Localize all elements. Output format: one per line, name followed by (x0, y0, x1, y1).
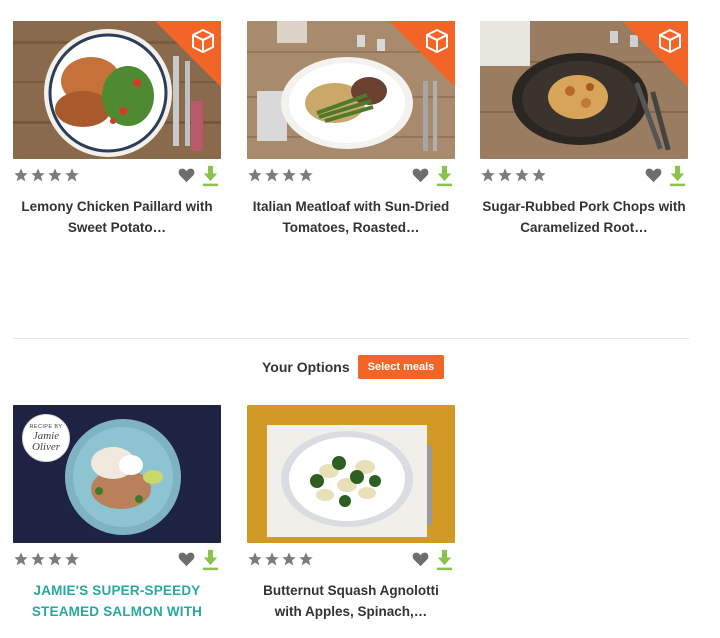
badge-name: Jamie (32, 430, 60, 442)
recipe-title[interactable]: Sugar-Rubbed Pork Chops with Caramelized… (480, 196, 688, 238)
download-icon[interactable] (436, 549, 453, 571)
recipe-title-line: STEAMED SALMON WITH (31, 604, 203, 619)
box-icon (389, 21, 455, 87)
recipe-title-line: Caramelized Root… (520, 220, 648, 235)
star-icon (282, 552, 296, 566)
star-icon (481, 168, 495, 182)
star-icon (299, 168, 313, 182)
download-icon[interactable] (202, 549, 219, 571)
star-rating (13, 167, 80, 185)
download-icon[interactable] (436, 165, 453, 187)
recipe-title[interactable]: JAMIE'S SUPER-SPEEDY STEAMED SALMON WITH (13, 580, 221, 622)
star-rating (480, 167, 547, 185)
select-meals-button[interactable]: Select meals (357, 355, 445, 379)
recipe-by-jamie-oliver-badge: RECIPE BY Jamie Oliver (22, 414, 70, 462)
recipe-title-line: with Apples, Spinach,… (274, 604, 428, 619)
star-rating (13, 551, 80, 569)
heart-icon[interactable] (178, 551, 195, 567)
recipe-photo[interactable] (247, 21, 455, 159)
star-icon (248, 168, 262, 182)
recipe-title[interactable]: Italian Meatloaf with Sun-Dried Tomatoes… (247, 196, 455, 238)
recipe-title-line: Lemony Chicken Paillard with (21, 199, 213, 214)
rating-row (247, 549, 455, 573)
star-icon (515, 168, 529, 182)
star-icon (65, 168, 79, 182)
star-icon (265, 552, 279, 566)
box-icon (622, 21, 688, 87)
recipe-title-line: Sweet Potato… (67, 220, 167, 235)
star-icon (14, 168, 28, 182)
recipe-title-line: Butternut Squash Agnolotti (263, 583, 439, 598)
recipe-photo[interactable]: RECIPE BY Jamie Oliver (13, 405, 221, 543)
recipe-photo[interactable] (13, 21, 221, 159)
star-rating (247, 167, 314, 185)
star-icon (498, 168, 512, 182)
section-divider (13, 338, 689, 339)
recipe-title-line: Tomatoes, Roasted… (282, 220, 420, 235)
star-icon (65, 552, 79, 566)
heart-icon[interactable] (178, 167, 195, 183)
star-icon (48, 552, 62, 566)
your-options-label: Your Options (262, 359, 350, 375)
recipe-title[interactable]: Butternut Squash Agnolotti with Apples, … (247, 580, 455, 622)
star-icon (31, 168, 45, 182)
download-icon[interactable] (669, 165, 686, 187)
heart-icon[interactable] (645, 167, 662, 183)
rating-row (13, 165, 221, 189)
badge-name: Oliver (31, 441, 61, 453)
recipe-photo[interactable] (480, 21, 688, 159)
star-icon (31, 552, 45, 566)
your-options-bar: Your Options Select meals (262, 354, 445, 380)
box-icon (155, 21, 221, 87)
star-icon (248, 552, 262, 566)
star-icon (48, 168, 62, 182)
recipe-title-line: Sugar-Rubbed Pork Chops with (482, 199, 686, 214)
rating-row (480, 165, 688, 189)
star-rating (247, 551, 314, 569)
heart-icon[interactable] (412, 167, 429, 183)
recipe-title-line: Italian Meatloaf with Sun-Dried (252, 199, 450, 214)
recipe-title[interactable]: Lemony Chicken Paillard with Sweet Potat… (13, 196, 221, 238)
star-icon (282, 168, 296, 182)
star-icon (265, 168, 279, 182)
download-icon[interactable] (202, 165, 219, 187)
recipe-title-line: JAMIE'S SUPER-SPEEDY (33, 583, 201, 598)
recipe-photo[interactable] (247, 405, 455, 543)
star-icon (532, 168, 546, 182)
star-icon (14, 552, 28, 566)
heart-icon[interactable] (412, 551, 429, 567)
star-icon (299, 552, 313, 566)
rating-row (247, 165, 455, 189)
rating-row (13, 549, 221, 573)
